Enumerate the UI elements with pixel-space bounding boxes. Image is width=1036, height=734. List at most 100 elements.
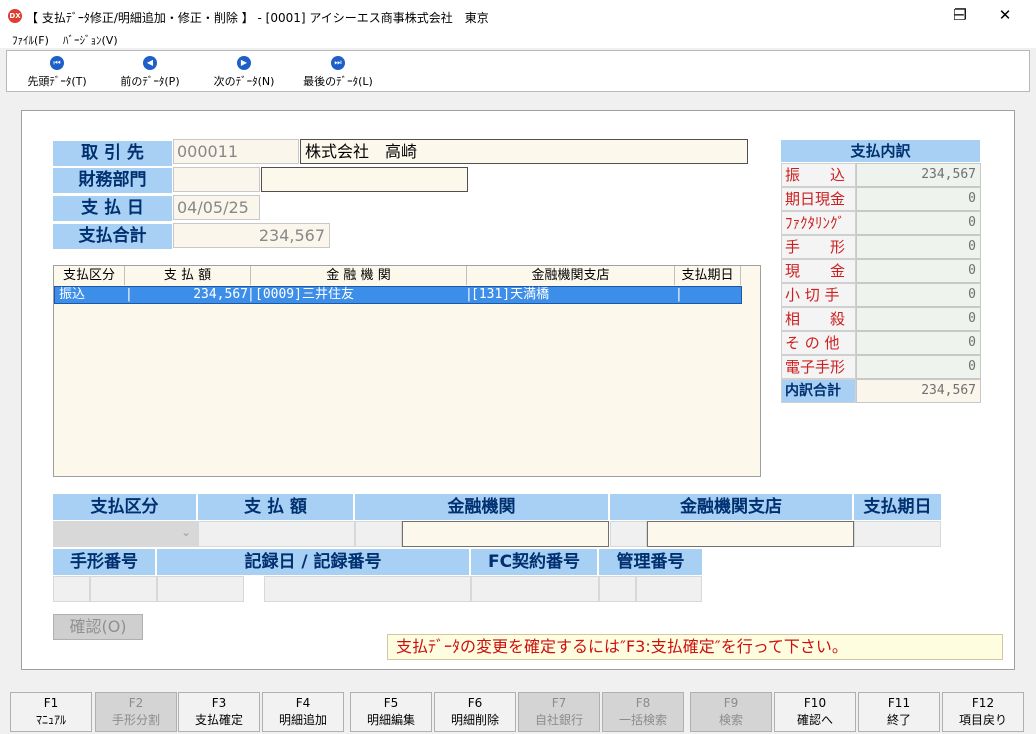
first-record-button[interactable]: ⏮ 先頭ﾃﾞｰﾀ(T) bbox=[11, 55, 103, 91]
detail-amount-field[interactable] bbox=[198, 521, 355, 547]
breakdown-value-due-cash: 0 bbox=[856, 187, 981, 211]
f12-label: 項目戻り bbox=[958, 713, 1007, 727]
detail-branch-name-field[interactable] bbox=[647, 521, 854, 547]
breakdown-label-factoring: ﾌｧｸﾀﾘﾝｸﾞ bbox=[781, 211, 856, 235]
breakdown-label-due-cash: 期日現金 bbox=[781, 187, 856, 211]
finance-dept-code-field[interactable] bbox=[173, 167, 260, 192]
row-bank: [0009]三井住友 bbox=[255, 287, 354, 302]
detail-bank-name-field[interactable] bbox=[402, 521, 609, 547]
f4-key: F4 bbox=[295, 696, 311, 710]
breakdown-label-cash: 現 金 bbox=[781, 259, 856, 283]
record-number-field[interactable] bbox=[264, 576, 471, 602]
detail-amount-label: 支 払 額 bbox=[198, 494, 355, 520]
row-type: 振込 bbox=[59, 287, 86, 302]
management-number-label: 管理番号 bbox=[599, 549, 702, 575]
f11-button[interactable]: F11 終了 bbox=[858, 692, 940, 732]
f2-button[interactable]: F2 手形分割 bbox=[95, 692, 177, 732]
f11-label: 終了 bbox=[886, 713, 911, 727]
detail-branch-code-field[interactable] bbox=[610, 521, 647, 547]
f8-button[interactable]: F8 一括検索 bbox=[602, 692, 684, 732]
payment-date-field[interactable]: 04/05/25 bbox=[173, 195, 260, 220]
menu-version[interactable]: ﾊﾞｰｼﾞｮﾝ(V) bbox=[63, 32, 118, 48]
first-record-icon: ⏮ bbox=[50, 56, 64, 70]
prev-record-button[interactable]: ◀ 前のﾃﾞｰﾀ(P) bbox=[104, 55, 196, 91]
grid-header-type[interactable]: 支払区分 bbox=[54, 266, 125, 285]
f10-button[interactable]: F10 確認へ bbox=[774, 692, 856, 732]
breakdown-label-other: そ の 他 bbox=[781, 331, 856, 355]
breakdown-value-transfer: 234,567 bbox=[856, 163, 981, 187]
next-record-label: 次のﾃﾞｰﾀ(N) bbox=[213, 75, 275, 88]
f3-button[interactable]: F3 支払確定 bbox=[178, 692, 260, 732]
f5-button[interactable]: F5 明細編集 bbox=[350, 692, 432, 732]
row-sep: | bbox=[675, 287, 683, 302]
f6-button[interactable]: F6 明細削除 bbox=[434, 692, 516, 732]
grid-header-due[interactable]: 支払期日 bbox=[675, 266, 741, 285]
breakdown-value-e-bill: 0 bbox=[856, 355, 981, 379]
detail-bank-code-field[interactable] bbox=[355, 521, 402, 547]
bill-number-label: 手形番号 bbox=[53, 549, 157, 575]
row-sep: | bbox=[247, 287, 255, 302]
breakdown-value-factoring: 0 bbox=[856, 211, 981, 235]
menu-file[interactable]: ﾌｧｲﾙ(F) bbox=[12, 32, 49, 48]
first-record-label: 先頭ﾃﾞｰﾀ(T) bbox=[27, 75, 87, 88]
f9-label: 検索 bbox=[718, 713, 743, 727]
breakdown-title: 支払内訳 bbox=[781, 140, 980, 162]
payment-date-label: 支 払 日 bbox=[53, 196, 172, 221]
toolbar: ⏮ 先頭ﾃﾞｰﾀ(T) ◀ 前のﾃﾞｰﾀ(P) ▶ 次のﾃﾞｰﾀ(N) ⏭ 最後… bbox=[6, 50, 1030, 92]
prev-record-label: 前のﾃﾞｰﾀ(P) bbox=[120, 75, 180, 88]
breakdown-label-e-bill: 電子手形 bbox=[781, 355, 856, 379]
detail-due-field[interactable] bbox=[854, 521, 941, 547]
detail-branch-label: 金融機関支店 bbox=[610, 494, 854, 520]
breakdown-label-bill: 手 形 bbox=[781, 235, 856, 259]
f1-label: ﾏﾆｭｱﾙ bbox=[35, 713, 66, 727]
f9-key: F9 bbox=[723, 696, 739, 710]
grid-header-bank[interactable]: 金 融 機 関 bbox=[251, 266, 467, 285]
f10-label: 確認へ bbox=[796, 713, 833, 727]
management-number-field-a[interactable] bbox=[599, 576, 636, 602]
f10-key: F10 bbox=[803, 696, 827, 710]
management-number-field-b[interactable] bbox=[636, 576, 702, 602]
f4-button[interactable]: F4 明細追加 bbox=[262, 692, 344, 732]
client-label: 取 引 先 bbox=[53, 141, 172, 166]
grid-header-branch[interactable]: 金融機関支店 bbox=[467, 266, 675, 285]
record-date-number-label: 記録日 / 記録番号 bbox=[157, 549, 471, 575]
breakdown-value-check: 0 bbox=[856, 283, 981, 307]
client-code-field[interactable]: 000011 bbox=[173, 139, 299, 164]
breakdown-label-transfer: 振 込 bbox=[781, 163, 856, 187]
bill-number-field-b[interactable] bbox=[90, 576, 157, 602]
row-sep: | bbox=[125, 287, 133, 302]
breakdown-value-other: 0 bbox=[856, 331, 981, 355]
fc-contract-field[interactable] bbox=[471, 576, 599, 602]
table-row[interactable]: 振込 | 234,567 | [0009]三井住友 | [131]天満橋 | bbox=[54, 286, 742, 304]
last-record-button[interactable]: ⏭ 最後のﾃﾞｰﾀ(L) bbox=[292, 55, 384, 91]
window-title: 【 支払ﾃﾞｰﾀ修正/明細追加・修正・削除 】 - [0001] アイシーエス商… bbox=[26, 11, 489, 25]
detail-due-label: 支払期日 bbox=[854, 494, 941, 520]
f12-key: F12 bbox=[971, 696, 995, 710]
prev-record-icon: ◀ bbox=[143, 56, 157, 70]
finance-dept-label: 財務部門 bbox=[53, 168, 172, 193]
breakdown-total-label: 内訳合計 bbox=[781, 379, 856, 403]
next-record-button[interactable]: ▶ 次のﾃﾞｰﾀ(N) bbox=[198, 55, 290, 91]
row-branch: [131]天満橋 bbox=[471, 287, 550, 302]
title-bar: DX 【 支払ﾃﾞｰﾀ修正/明細追加・修正・削除 】 - [0001] アイシー… bbox=[0, 0, 1036, 30]
client-name-field[interactable]: 株式会社 高崎 bbox=[300, 139, 748, 164]
f1-key: F1 bbox=[43, 696, 59, 710]
payment-type-dropdown[interactable]: ⌄ bbox=[53, 521, 198, 547]
f2-key: F2 bbox=[128, 696, 144, 710]
f12-button[interactable]: F12 項目戻り bbox=[942, 692, 1024, 732]
finance-dept-name-field[interactable] bbox=[261, 167, 468, 192]
detail-grid[interactable]: 支払区分 支 払 額 金 融 機 関 金融機関支店 支払期日 振込 | 234,… bbox=[53, 265, 761, 477]
f1-button[interactable]: F1 ﾏﾆｭｱﾙ bbox=[10, 692, 92, 732]
record-date-field[interactable] bbox=[157, 576, 244, 602]
next-record-icon: ▶ bbox=[237, 56, 251, 70]
f9-button[interactable]: F9 検索 bbox=[690, 692, 772, 732]
bill-number-field-a[interactable] bbox=[53, 576, 90, 602]
grid-header-amount[interactable]: 支 払 額 bbox=[125, 266, 251, 285]
close-button[interactable]: ✕ bbox=[982, 0, 1028, 30]
f7-button[interactable]: F7 自社銀行 bbox=[518, 692, 600, 732]
confirm-button[interactable]: 確認(O) bbox=[53, 614, 143, 640]
f5-label: 明細編集 bbox=[366, 713, 415, 727]
breakdown-label-offset: 相 殺 bbox=[781, 307, 856, 331]
maximize-button[interactable]: ❐ bbox=[937, 0, 983, 30]
f8-label: 一括検索 bbox=[618, 713, 667, 727]
